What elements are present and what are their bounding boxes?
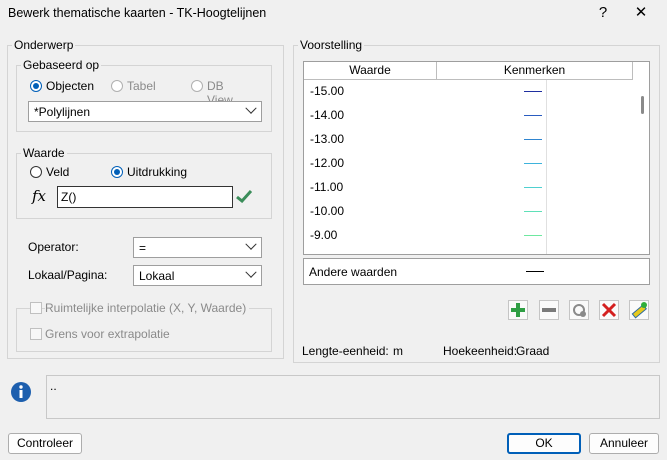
radio-table[interactable]: Tabel	[111, 79, 156, 93]
interpolation-label: Ruimtelijke interpolatie (X, Y, Waarde)	[45, 301, 250, 315]
local-label: Lokaal/Pagina:	[28, 268, 108, 282]
value-legend: Waarde	[23, 146, 65, 160]
column-header-properties[interactable]: Kenmerken	[437, 62, 633, 80]
window-title: Bewerk thematische kaarten - TK-Hoogteli…	[8, 6, 267, 20]
row-line-sample	[524, 163, 542, 164]
radio-objects-label: Objecten	[46, 79, 95, 93]
object-type-value: *Polylijnen	[34, 105, 91, 119]
radio-objects-indicator[interactable]	[30, 80, 42, 92]
expression-value: Z()	[61, 190, 77, 204]
radio-table-indicator[interactable]	[111, 80, 123, 92]
row-value: -8.00	[310, 252, 337, 254]
table-row[interactable]: -10.00	[304, 202, 632, 224]
radio-field-indicator[interactable]	[30, 166, 42, 178]
close-icon: ✕	[634, 4, 648, 21]
row-value: -11.00	[310, 180, 344, 194]
table-row[interactable]: -8.00	[304, 250, 632, 254]
classes-table[interactable]: Waarde Kenmerken -15.00 -14.00 -13.00 -12.0…	[303, 61, 650, 255]
extrapolation-checkbox[interactable]	[30, 328, 42, 340]
row-value: -14.00	[310, 108, 345, 122]
radio-objects[interactable]: Objecten	[30, 79, 94, 93]
radio-expression-indicator[interactable]	[111, 166, 123, 178]
table-row[interactable]: -12.00	[304, 154, 632, 176]
row-value: -15.00	[310, 84, 345, 98]
radio-field-label: Veld	[46, 165, 70, 179]
row-line-sample	[524, 139, 542, 140]
row-line-sample	[524, 187, 542, 188]
extrapolation-label: Grens voor extrapolatie	[45, 327, 170, 341]
other-values-label: Andere waarden	[309, 265, 398, 279]
object-type-select[interactable]: *Polylijnen	[28, 101, 262, 122]
help-button[interactable]: ?	[588, 2, 618, 24]
minus-icon	[542, 308, 556, 312]
length-unit-value: m	[393, 344, 403, 358]
angle-unit-label: Hoekeenheid:	[443, 344, 518, 358]
radio-table-label: Tabel	[127, 79, 156, 93]
operator-value: =	[139, 241, 147, 255]
interpolation-checkbox[interactable]	[30, 302, 42, 314]
chevron-down-icon	[245, 102, 257, 114]
length-unit-label: Lengte-eenheid:	[302, 344, 389, 358]
remove-button[interactable]	[539, 300, 559, 320]
value-group: Waarde	[16, 146, 272, 219]
radio-expression-label: Uitdrukking	[127, 165, 188, 179]
expression-input[interactable]: Z()	[57, 186, 233, 208]
row-value: -13.00	[310, 132, 345, 146]
table-row[interactable]: -15.00	[304, 82, 632, 104]
radio-field[interactable]: Veld	[30, 165, 69, 179]
representation-legend: Voorstelling	[300, 38, 363, 52]
info-icon	[11, 382, 31, 402]
table-row[interactable]: -11.00	[304, 178, 632, 200]
message-text: ..	[50, 379, 57, 393]
row-value: -9.00	[310, 228, 338, 242]
scrollbar-thumb[interactable]	[641, 96, 644, 114]
row-line-sample	[524, 235, 542, 236]
properties-button[interactable]	[569, 300, 589, 320]
cancel-button[interactable]: Annuleer	[589, 433, 659, 454]
other-values-row[interactable]: Andere waarden	[303, 258, 650, 285]
chevron-down-icon	[245, 238, 257, 250]
message-area: ..	[46, 375, 660, 419]
radio-expression[interactable]: Uitdrukking	[111, 165, 187, 179]
row-value: -12.00	[310, 156, 345, 170]
chevron-down-icon	[245, 266, 257, 278]
delete-button[interactable]	[599, 300, 619, 320]
add-button[interactable]	[508, 300, 528, 320]
radio-dbview[interactable]: DB View	[191, 79, 233, 107]
operator-label: Operator:	[28, 240, 79, 254]
table-row[interactable]: -13.00	[304, 130, 632, 152]
column-header-value[interactable]: Waarde	[304, 62, 437, 80]
radio-dbview-indicator[interactable]	[191, 80, 203, 92]
row-line-sample	[524, 211, 542, 212]
ok-button[interactable]: OK	[507, 433, 581, 454]
red-x-icon	[601, 302, 617, 318]
row-value: -10.00	[310, 204, 345, 218]
local-select[interactable]: Lokaal	[133, 265, 262, 286]
table-row[interactable]: -14.00	[304, 106, 632, 128]
based-on-legend: Gebaseerd op	[23, 58, 100, 72]
local-value: Lokaal	[139, 269, 175, 283]
row-line-sample	[524, 115, 542, 116]
close-button[interactable]: ✕	[626, 2, 656, 24]
fx-icon[interactable]: fx	[32, 187, 46, 205]
other-values-line	[526, 271, 544, 272]
table-row[interactable]: -9.00	[304, 226, 632, 248]
angle-unit-value: Graad	[516, 344, 550, 358]
operator-select[interactable]: =	[133, 237, 262, 258]
row-line-sample	[524, 91, 542, 92]
paint-wand-icon	[631, 302, 647, 319]
checkmark-icon	[236, 189, 252, 203]
table-scrollbar[interactable]	[634, 80, 649, 254]
color-ramp-button[interactable]	[629, 300, 649, 320]
check-button[interactable]: Controleer	[8, 433, 82, 454]
plus-icon	[511, 303, 525, 317]
subject-legend: Onderwerp	[14, 38, 74, 52]
refresh-properties-icon	[573, 304, 586, 317]
